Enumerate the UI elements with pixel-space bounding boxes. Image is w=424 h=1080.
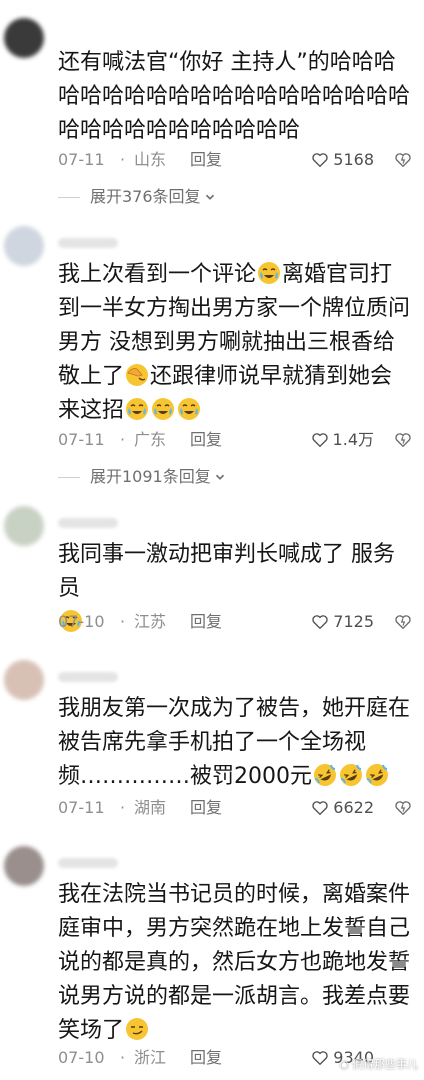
avatar[interactable]: [4, 846, 44, 886]
dislike-heart-icon[interactable]: [394, 613, 412, 631]
expand-replies-label: 展开1091条回复: [90, 467, 211, 486]
username[interactable]: [58, 858, 118, 868]
avatar[interactable]: [4, 660, 44, 700]
divider: [58, 476, 80, 478]
reply-button[interactable]: 回复: [190, 610, 222, 634]
watermark-text: 俱得那些事儿: [352, 1058, 418, 1071]
comment-date: 07-11: [58, 430, 105, 449]
dislike-heart-icon[interactable]: [394, 151, 412, 169]
dislike-heart-icon[interactable]: [394, 799, 412, 817]
comment-meta: 07-11 · 山东 回复 5168: [58, 148, 412, 172]
comment-text-part: 我在法院当书记员的时候，离婚案件庭审中，男方突然跪在地上发誓自己说的都是真的，然…: [58, 882, 411, 1043]
avatar[interactable]: [4, 506, 44, 546]
tears-laugh-emoji: [365, 763, 389, 787]
separator-dot: ·: [120, 430, 126, 449]
username[interactable]: [58, 672, 118, 682]
avatar[interactable]: [4, 226, 44, 266]
comment-date: 07-11: [58, 798, 105, 817]
like-button[interactable]: 5168: [311, 148, 374, 172]
comment-meta: 07-11 · 广东 回复 1.4万: [58, 428, 412, 452]
heart-icon: [311, 151, 329, 169]
expand-replies-label: 展开376条回复: [90, 187, 201, 206]
comment-text-part: 我上次看到一个评论: [58, 262, 257, 287]
comment-text: 我朋友第一次成为了被告，她开庭在被告席先拿手机拍了一个全场视频……………被罚20…: [58, 692, 414, 794]
like-button[interactable]: 6622: [311, 796, 374, 820]
heart-icon: [311, 799, 329, 817]
dislike-heart-icon[interactable]: [394, 431, 412, 449]
tears-laugh-emoji: [313, 763, 337, 787]
chevron-down-icon: [203, 190, 217, 204]
smirk-emoji: [125, 1017, 149, 1041]
crying-laugh-emoji: [257, 261, 281, 285]
comment-date: 07-10: [58, 612, 105, 631]
like-count: 7125: [333, 612, 374, 631]
comment-location: 湖南: [134, 798, 167, 817]
comment-date: 07-10: [58, 1048, 105, 1067]
chevron-down-icon: [213, 470, 227, 484]
comment-location: 山东: [134, 150, 167, 169]
heart-icon: [311, 1049, 329, 1067]
expand-replies-button[interactable]: 展开376条回复: [58, 185, 217, 209]
comment-text: 我在法院当书记员的时候，离婚案件庭审中，男方突然跪在地上发誓自己说的都是真的，然…: [58, 878, 414, 1048]
expand-replies-button[interactable]: 展开1091条回复: [58, 465, 227, 489]
like-count: 5168: [333, 150, 374, 169]
watermark: ◉ 俱得那些事儿: [339, 1056, 418, 1072]
avatar[interactable]: [4, 18, 44, 58]
divider: [58, 196, 80, 198]
tears-laugh-emoji: [339, 763, 363, 787]
separator-dot: ·: [120, 1048, 126, 1067]
heart-icon: [311, 613, 329, 631]
separator-dot: ·: [120, 612, 126, 631]
comment-location: 江苏: [134, 612, 167, 631]
comment-location: 广东: [134, 430, 167, 449]
crying-laugh-emoji: [177, 397, 201, 421]
crying-laugh-emoji: [151, 397, 175, 421]
separator-dot: ·: [120, 798, 126, 817]
reply-button[interactable]: 回复: [190, 1046, 222, 1070]
reply-button[interactable]: 回复: [190, 148, 222, 172]
separator-dot: ·: [120, 150, 126, 169]
reply-button[interactable]: 回复: [190, 428, 222, 452]
like-button[interactable]: 7125: [311, 610, 374, 634]
comment-meta: 07-10 · 江苏 回复 7125: [58, 610, 412, 634]
comment-meta: 07-11 · 湖南 回复 6622: [58, 796, 412, 820]
heart-icon: [311, 431, 329, 449]
like-button[interactable]: 1.4万: [311, 428, 374, 452]
like-count: 6622: [333, 798, 374, 817]
reply-button[interactable]: 回复: [190, 796, 222, 820]
comment-text-part: 我同事一激动把审判长喊成了 服务员: [58, 542, 395, 601]
comment-location: 浙江: [134, 1048, 167, 1067]
comment-text: 我上次看到一个评论 离婚官司打到一半女方掏出男方家一个牌位质问男方 没想到男方唰就…: [58, 258, 414, 428]
facepalm-emoji: [125, 363, 149, 387]
comment-date: 07-11: [58, 150, 105, 169]
comment-text: 还有喊法官“你好 主持人”的哈哈哈哈哈哈哈哈哈哈哈哈哈哈哈哈哈哈哈哈哈哈哈哈哈哈…: [58, 50, 411, 143]
username[interactable]: [58, 238, 118, 248]
watermark-logo-icon: ◉: [339, 1057, 349, 1071]
crying-laugh-emoji: [125, 397, 149, 421]
username[interactable]: [58, 518, 118, 528]
like-count: 1.4万: [332, 430, 374, 449]
